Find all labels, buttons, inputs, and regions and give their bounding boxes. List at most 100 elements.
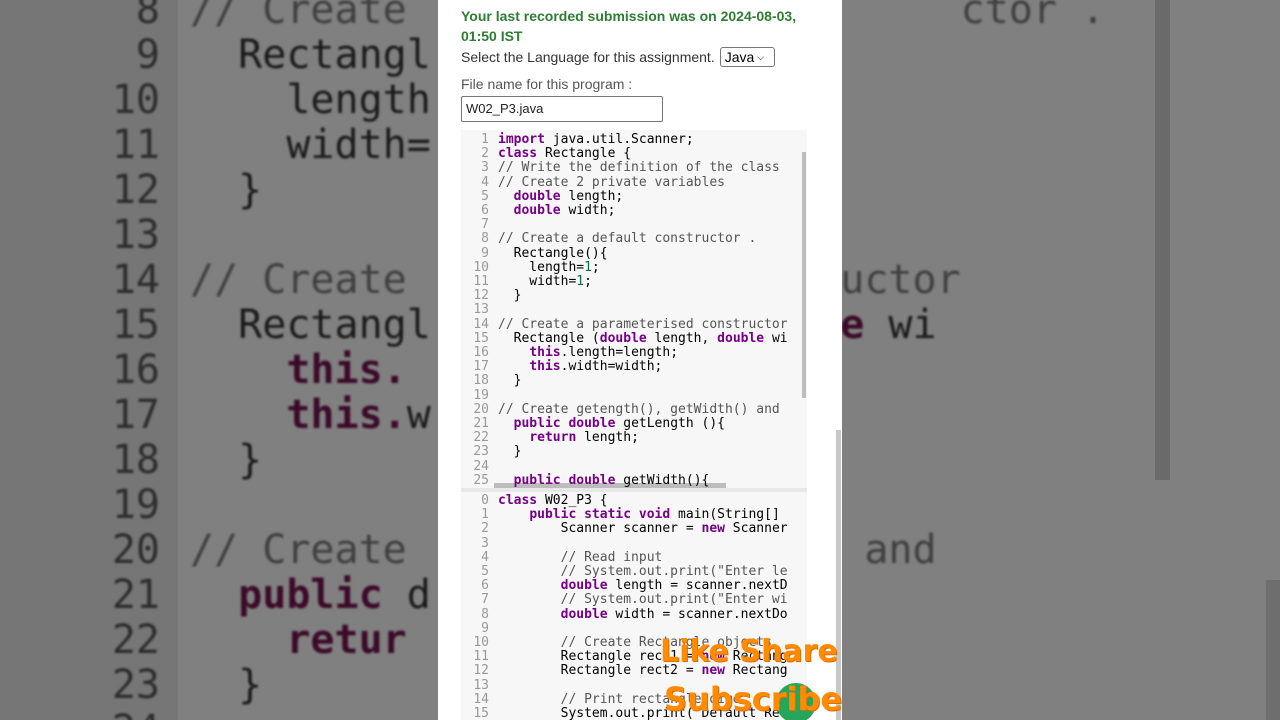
code-line: 3 // Write the definition of the class [461, 161, 780, 175]
background-code-line: 22 retur [0, 618, 407, 663]
code-text: return length; [498, 431, 639, 445]
code-line: 21 public double getLength (){ [461, 416, 725, 431]
line-number: 1 [481, 507, 489, 523]
background-code-token: this. [190, 392, 407, 438]
language-select[interactable]: Java ⌵ [719, 47, 775, 67]
code-token: length= [498, 259, 585, 275]
code-text: public double getWidth(){ [498, 472, 710, 488]
code-text: } [498, 288, 522, 304]
code-text: length=1; [498, 259, 600, 275]
code-token: public [513, 416, 561, 431]
code-text: double length; [498, 188, 624, 204]
code-line: 19 [461, 387, 489, 403]
code-token: Scanner scanner = [498, 521, 702, 537]
line-number: 23 [473, 444, 489, 460]
code-text: double length = scanner.nextD [498, 579, 788, 593]
chevron-down-icon: ⌵ [757, 51, 765, 62]
background-code-line: 17 this.w [0, 392, 431, 438]
background-code-text: Rectangl [190, 33, 431, 78]
background-code-line: 18 } [0, 437, 262, 483]
background-code-token: this. [190, 347, 407, 393]
code-line: 14 // Print rectangle dime [461, 692, 740, 707]
code-token: .length=length; [560, 345, 679, 360]
code-text: // Create getength(), getWidth() and [498, 402, 780, 417]
line-number: 3 [481, 535, 489, 551]
code-token: // Write the definition of the class [498, 160, 780, 176]
code-token: length; [560, 188, 624, 204]
code-token: Scanner [724, 521, 788, 537]
background-code-token: Rectangl [190, 302, 431, 348]
file-name-input[interactable]: W02_P3.java [461, 96, 663, 122]
line-number: 18 [473, 373, 489, 389]
editor-vertical-scrollbar[interactable] [802, 152, 806, 398]
line-number: 20 [473, 401, 489, 417]
code-line: 12 } [461, 289, 521, 303]
background-line-number: 10 [111, 77, 160, 123]
background-line-number: 21 [111, 572, 160, 618]
code-token: Rectangle { [537, 146, 632, 162]
code-token: ; [591, 259, 600, 275]
page-scrollbar[interactable] [836, 430, 841, 720]
background-code-token: d [382, 572, 431, 618]
background-line-number: 24 [0, 708, 160, 720]
code-text: double width; [498, 203, 616, 218]
line-number: 21 [473, 416, 489, 431]
background-code-line: 10 length [0, 77, 431, 123]
background-line-number: 8 [135, 0, 160, 33]
line-number: 11 [473, 274, 489, 289]
code-token: double [513, 188, 561, 204]
background-code-token: } [190, 662, 263, 708]
code-token: // System.out.print("Enter le [498, 564, 788, 579]
like-share-overlay: Like Share [660, 634, 838, 669]
background-code-line: 15 Rectangl th, double wi [0, 303, 937, 348]
line-number: 25 [473, 472, 489, 488]
background-code-line: 24 [0, 708, 160, 720]
code-line: 20 // Create getength(), getWidth() and [461, 401, 779, 417]
line-number: 16 [473, 345, 489, 360]
code-token: } [498, 444, 522, 460]
code-token: // System.out.print("Enter wi [498, 592, 788, 608]
code-line: 4 // Create 2 private variables [461, 175, 725, 190]
code-text: // Write the definition of the class [498, 161, 780, 175]
code-token: import [498, 132, 545, 147]
code-line: 10 length=1; [461, 260, 599, 275]
code-token: .width=width; [560, 359, 663, 375]
code-token: ; [584, 274, 592, 289]
line-number: 5 [481, 188, 489, 204]
background-line-number: 18 [111, 437, 160, 483]
line-number: 14 [473, 316, 489, 332]
background-code-token: // Create [190, 0, 407, 33]
code-token: wi [764, 330, 788, 346]
code-editor[interactable]: 1 import java.util.Scanner; 2 class Rectang… [461, 130, 807, 488]
code-line: 11 Rectangle rect1 = new Rectang [461, 650, 787, 664]
background-code-token: // Create [190, 527, 407, 573]
code-token: // Create a default constructor . [498, 231, 757, 247]
background-code-line: 13 [0, 213, 160, 258]
code-line: 3 [461, 535, 489, 551]
code-text: // Create 2 private variables [498, 175, 725, 190]
code-text: this.length=length; [498, 346, 678, 360]
code-line: 14 // Create a parameterised constructor [461, 316, 787, 332]
code-token: getWidth(){ [615, 472, 710, 488]
code-token: width = scanner.nextDo [607, 606, 788, 622]
line-number: 9 [481, 245, 489, 261]
code-line: 12 Rectangle rect2 = new Rectang [461, 664, 787, 678]
submission-notice: Your last recorded submission was on 202… [461, 8, 797, 44]
code-line: 6 double width; [461, 204, 615, 218]
background-code-line: 9 Rectangl [0, 33, 431, 78]
background-code-text: width= [190, 123, 431, 168]
line-number: 19 [473, 387, 489, 403]
background-code-line: 8 // Create ctor . [0, 0, 1105, 33]
subscribe-overlay: Subscribe [664, 680, 843, 718]
background-line-number: 11 [111, 122, 160, 168]
background-line-number: 17 [111, 392, 160, 438]
line-number: 22 [473, 430, 489, 446]
code-text: width=1; [498, 275, 592, 289]
background-line-number: 12 [111, 167, 160, 213]
code-token: } [498, 288, 522, 304]
code-token: this [529, 359, 561, 375]
